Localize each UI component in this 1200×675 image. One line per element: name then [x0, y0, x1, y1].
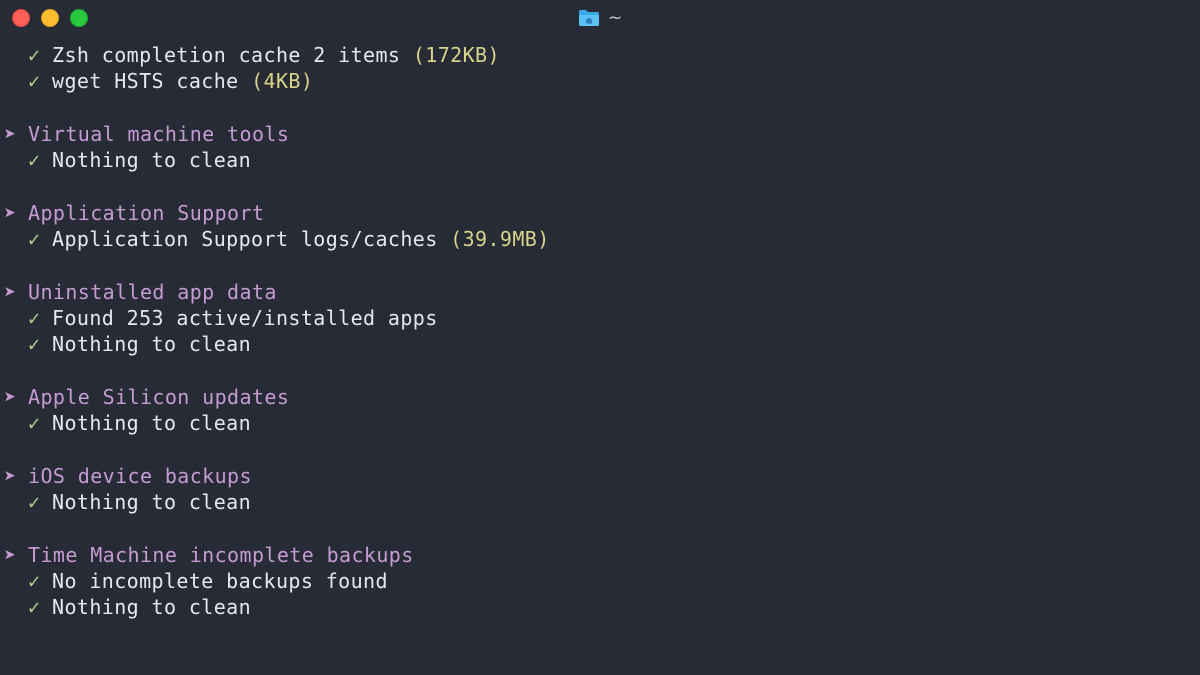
terminal-window: ~ ✓ Zsh completion cache 2 items (172KB) ✓…	[0, 0, 1200, 675]
section-title: Uninstalled app data	[28, 279, 277, 304]
minimize-button[interactable]	[41, 9, 59, 27]
arrow-icon: ➤	[4, 384, 17, 409]
output-text: Nothing to clean	[52, 490, 252, 515]
section-title: Application Support	[28, 200, 265, 225]
terminal-output[interactable]: ✓ Zsh completion cache 2 items (172KB) ✓ wg…	[0, 42, 1200, 621]
arrow-icon: ➤	[4, 279, 17, 304]
output-text: Found 253 active/installed apps	[52, 305, 438, 330]
section-title: Time Machine incomplete backups	[28, 542, 414, 567]
output-line: ✓ Nothing to clean	[0, 489, 1200, 515]
section-header: ➤ Time Machine incomplete backups	[0, 542, 1200, 568]
output-line: ✓ Nothing to clean	[0, 331, 1200, 357]
arrow-icon: ➤	[4, 463, 17, 488]
size-label: (39.9MB)	[450, 227, 550, 252]
window-title-text: ~	[608, 8, 623, 28]
output-line: ✓ Application Support logs/caches (39.9MB…	[0, 226, 1200, 252]
section-header: ➤ Application Support	[0, 200, 1200, 226]
check-icon: ✓	[28, 332, 41, 357]
output-text: No incomplete backups found	[52, 568, 388, 593]
output-line: ✓ Nothing to clean	[0, 594, 1200, 620]
check-icon: ✓	[28, 69, 41, 94]
size-label: (172KB)	[412, 43, 500, 67]
section-header: ➤ iOS device backups	[0, 463, 1200, 489]
check-icon: ✓	[28, 148, 41, 173]
check-icon: ✓	[28, 568, 41, 593]
check-icon: ✓	[28, 411, 41, 436]
arrow-icon: ➤	[4, 121, 17, 146]
window-title: ~	[578, 7, 622, 29]
output-text: Zsh completion cache 2 items	[52, 43, 401, 67]
check-icon: ✓	[28, 595, 41, 620]
output-line: ✓ Nothing to clean	[0, 147, 1200, 173]
output-text: Nothing to clean	[52, 411, 252, 436]
output-line: ✓ Nothing to clean	[0, 410, 1200, 436]
section-header: ➤ Apple Silicon updates	[0, 384, 1200, 410]
section-title: iOS device backups	[28, 463, 252, 488]
section-title: Apple Silicon updates	[28, 384, 290, 409]
check-icon: ✓	[28, 305, 41, 330]
check-icon: ✓	[28, 490, 41, 515]
section-title: Virtual machine tools	[28, 121, 290, 146]
section-header: ➤ Uninstalled app data	[0, 279, 1200, 305]
folder-icon	[579, 10, 599, 26]
close-button[interactable]	[12, 9, 30, 27]
zoom-button[interactable]	[70, 9, 88, 27]
output-text: Application Support logs/caches	[52, 227, 438, 252]
output-text: wget HSTS cache	[52, 69, 239, 94]
output-line: ✓ Zsh completion cache 2 items (172KB)	[0, 42, 1200, 68]
check-icon: ✓	[28, 43, 41, 67]
arrow-icon: ➤	[4, 542, 17, 567]
arrow-icon: ➤	[4, 200, 17, 225]
output-text: Nothing to clean	[52, 148, 252, 173]
section-header: ➤ Virtual machine tools	[0, 121, 1200, 147]
output-text: Nothing to clean	[52, 595, 252, 620]
output-line: ✓ No incomplete backups found	[0, 568, 1200, 594]
output-line: ✓ Found 253 active/installed apps	[0, 305, 1200, 331]
size-label: (4KB)	[251, 69, 314, 94]
check-icon: ✓	[28, 227, 41, 252]
title-bar[interactable]: ~	[0, 0, 1200, 36]
output-text: Nothing to clean	[52, 332, 252, 357]
output-line: ✓ wget HSTS cache (4KB)	[0, 68, 1200, 94]
